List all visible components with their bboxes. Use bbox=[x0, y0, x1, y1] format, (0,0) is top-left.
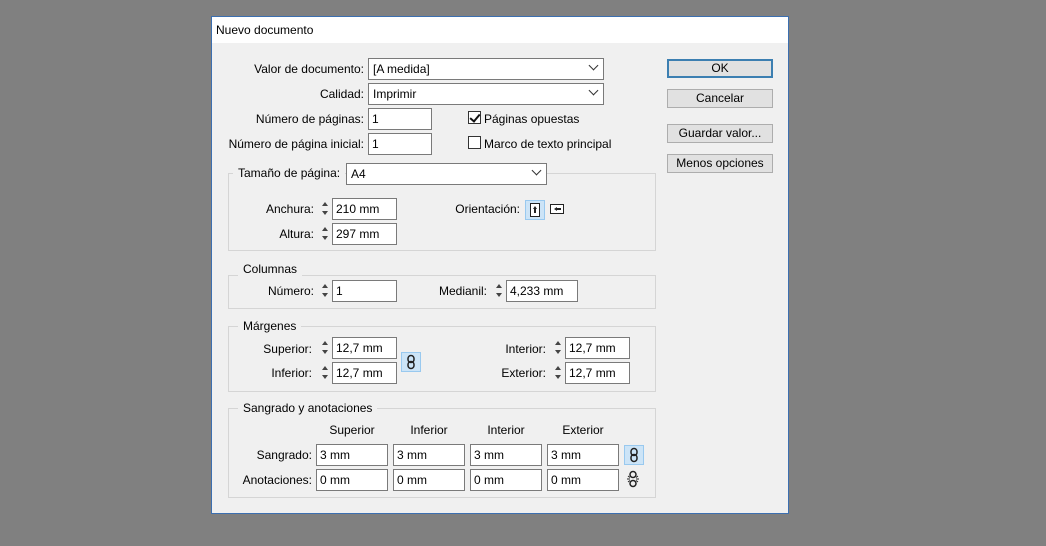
slug-link-button[interactable] bbox=[624, 470, 644, 490]
width-label: Anchura: bbox=[265, 202, 314, 216]
gutter-stepper[interactable] bbox=[494, 280, 504, 302]
margin-outside-label: Exterior: bbox=[501, 366, 546, 380]
margin-inside-label: Interior: bbox=[505, 342, 546, 356]
margin-bottom-stepper[interactable] bbox=[320, 362, 330, 384]
intent-label: Calidad: bbox=[319, 87, 364, 101]
margin-bottom-label: Inferior: bbox=[271, 366, 312, 380]
bleed-link-button[interactable] bbox=[624, 445, 644, 465]
page-size-value: A4 bbox=[351, 167, 366, 181]
intent-value: Imprimir bbox=[373, 87, 417, 101]
landscape-orientation-button[interactable] bbox=[548, 200, 568, 220]
bleed-top-input[interactable]: 3 mm bbox=[316, 444, 388, 466]
height-stepper[interactable] bbox=[320, 223, 330, 245]
save-preset-button[interactable]: Guardar valor... bbox=[667, 124, 773, 143]
chevron-down-icon bbox=[588, 60, 599, 71]
num-pages-input[interactable]: 1 bbox=[368, 108, 432, 130]
intent-select[interactable]: Imprimir bbox=[368, 83, 604, 105]
bleed-header-bottom: Inferior bbox=[410, 423, 448, 437]
margin-top-stepper[interactable] bbox=[320, 337, 330, 359]
start-page-input[interactable]: 1 bbox=[368, 133, 432, 155]
columns-number-input[interactable]: 1 bbox=[332, 280, 397, 302]
slug-top-input[interactable]: 0 mm bbox=[316, 469, 388, 491]
page-size-label: Tamaño de página: bbox=[233, 166, 346, 180]
title-bar: Nuevo documento bbox=[212, 17, 788, 43]
bleed-header-top: Superior bbox=[329, 423, 375, 437]
bleed-header-inside: Interior bbox=[487, 423, 525, 437]
margins-title: Márgenes bbox=[238, 319, 302, 333]
gutter-input[interactable]: 4,233 mm bbox=[506, 280, 578, 302]
preset-select[interactable]: [A medida] bbox=[368, 58, 604, 80]
preset-value: [A medida] bbox=[373, 62, 430, 76]
gutter-label: Medianil: bbox=[438, 284, 487, 298]
margin-inside-input[interactable]: 12,7 mm bbox=[565, 337, 630, 359]
broken-chain-link-icon bbox=[627, 470, 639, 488]
columns-number-label: Número: bbox=[267, 284, 314, 298]
slug-inside-input[interactable]: 0 mm bbox=[470, 469, 542, 491]
slug-bottom-input[interactable]: 0 mm bbox=[393, 469, 465, 491]
bleed-header-outside: Exterior bbox=[562, 423, 604, 437]
chevron-down-icon bbox=[531, 165, 542, 176]
fewer-options-button[interactable]: Menos opciones bbox=[667, 154, 773, 173]
height-input[interactable]: 297 mm bbox=[332, 223, 397, 245]
facing-pages-checkbox[interactable] bbox=[468, 111, 481, 124]
checkmark-icon bbox=[469, 111, 481, 123]
slug-label: Anotaciones: bbox=[242, 473, 312, 487]
facing-pages-label: Páginas opuestas bbox=[484, 112, 580, 126]
chain-link-icon bbox=[407, 354, 415, 370]
window-title: Nuevo documento bbox=[216, 23, 314, 37]
ok-button[interactable]: OK bbox=[667, 59, 773, 78]
cancel-button[interactable]: Cancelar bbox=[667, 89, 773, 108]
margin-bottom-input[interactable]: 12,7 mm bbox=[332, 362, 397, 384]
margin-inside-stepper[interactable] bbox=[553, 337, 563, 359]
margin-top-label: Superior: bbox=[263, 342, 312, 356]
chain-link-icon bbox=[630, 447, 638, 463]
page-size-select[interactable]: A4 bbox=[346, 163, 547, 185]
width-input[interactable]: 210 mm bbox=[332, 198, 397, 220]
start-page-label: Número de página inicial: bbox=[228, 137, 364, 151]
preset-label: Valor de documento: bbox=[254, 62, 364, 76]
margin-top-input[interactable]: 12,7 mm bbox=[332, 337, 397, 359]
landscape-icon bbox=[550, 204, 564, 214]
height-label: Altura: bbox=[279, 227, 314, 241]
new-document-dialog: Nuevo documento Valor de documento: [A m… bbox=[211, 16, 789, 514]
master-text-frame-label: Marco de texto principal bbox=[484, 137, 612, 151]
bleed-bottom-input[interactable]: 3 mm bbox=[393, 444, 465, 466]
bleed-slug-title: Sangrado y anotaciones bbox=[238, 401, 378, 415]
bleed-outside-input[interactable]: 3 mm bbox=[547, 444, 619, 466]
margin-outside-input[interactable]: 12,7 mm bbox=[565, 362, 630, 384]
master-text-frame-checkbox[interactable] bbox=[468, 136, 481, 149]
portrait-orientation-button[interactable] bbox=[525, 200, 545, 220]
bleed-inside-input[interactable]: 3 mm bbox=[470, 444, 542, 466]
portrait-icon bbox=[530, 203, 540, 217]
columns-number-stepper[interactable] bbox=[320, 280, 330, 302]
bleed-label: Sangrado: bbox=[256, 448, 312, 462]
slug-outside-input[interactable]: 0 mm bbox=[547, 469, 619, 491]
chevron-down-icon bbox=[588, 85, 599, 96]
width-stepper[interactable] bbox=[320, 198, 330, 220]
margin-outside-stepper[interactable] bbox=[553, 362, 563, 384]
columns-title: Columnas bbox=[238, 262, 303, 276]
num-pages-label: Número de páginas: bbox=[255, 112, 364, 126]
orientation-label: Orientación: bbox=[455, 202, 520, 216]
margins-link-button[interactable] bbox=[401, 352, 421, 372]
